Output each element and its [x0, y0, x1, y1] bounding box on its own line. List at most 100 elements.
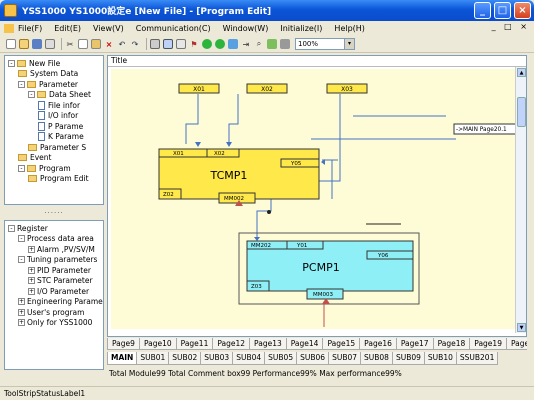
- save-icon[interactable]: [32, 39, 42, 49]
- menu-view[interactable]: View(V): [93, 24, 124, 33]
- menu-communication[interactable]: Communication(C): [136, 24, 211, 33]
- print-icon[interactable]: [45, 39, 55, 49]
- page-tab[interactable]: Page11: [175, 338, 214, 350]
- collapse-icon[interactable]: -: [18, 235, 25, 242]
- tree-item[interactable]: Program Edit: [28, 174, 89, 184]
- sub-tab[interactable]: SUB05: [264, 352, 298, 365]
- page-tab[interactable]: Page12: [212, 338, 251, 350]
- expand-icon[interactable]: +: [28, 245, 35, 253]
- page-tab[interactable]: Page17: [395, 338, 434, 350]
- sub-tab[interactable]: SUB06: [296, 352, 330, 365]
- pane-splitter[interactable]: ......: [4, 207, 104, 217]
- tree-item[interactable]: + STC Parameter: [28, 276, 93, 286]
- expand-icon[interactable]: +: [28, 277, 35, 284]
- sub-tab[interactable]: SUB08: [360, 352, 393, 365]
- cut-icon[interactable]: ✂: [65, 39, 75, 49]
- scroll-down-icon[interactable]: ▼: [517, 323, 526, 332]
- sub-tab[interactable]: SUB10: [423, 352, 457, 365]
- close-button[interactable]: ×: [514, 2, 531, 19]
- tree-item[interactable]: Parameter S: [28, 142, 86, 152]
- page-tab[interactable]: Page18: [432, 338, 471, 350]
- find-icon[interactable]: ⌕: [254, 39, 264, 49]
- collapse-icon[interactable]: -: [8, 224, 15, 232]
- zoom-dropdown-icon[interactable]: ▾: [345, 38, 355, 50]
- undo-icon[interactable]: ↶: [117, 39, 127, 49]
- menu-initialize[interactable]: Initialize(I): [280, 24, 322, 33]
- tree-item[interactable]: P Parame: [38, 121, 83, 131]
- page-tab[interactable]: Page9: [107, 338, 140, 350]
- tree-item[interactable]: - Process data area: [18, 234, 94, 244]
- tree-item[interactable]: + PID Parameter: [28, 265, 91, 275]
- function-block-diagram[interactable]: X01 X02 X03 ->MAIN Page20.1 X01 X02 Y05: [111, 69, 516, 329]
- page-tab[interactable]: Page13: [249, 338, 287, 350]
- tree-item[interactable]: + Only for YSS1000: [18, 318, 92, 328]
- tree-item[interactable]: - Tuning parameters: [18, 255, 97, 265]
- sub-tab[interactable]: SUB03: [200, 352, 234, 365]
- collapse-icon[interactable]: -: [28, 91, 35, 98]
- maximize-button[interactable]: □: [494, 2, 511, 19]
- save2-icon[interactable]: [280, 39, 290, 49]
- expand-icon[interactable]: +: [28, 287, 35, 295]
- menu-help[interactable]: Help(H): [334, 24, 365, 33]
- flag-icon[interactable]: ⚑: [189, 39, 199, 49]
- sub-tab[interactable]: SUB01: [136, 352, 170, 365]
- expand-icon[interactable]: +: [28, 266, 35, 274]
- menu-file[interactable]: File(F): [18, 24, 42, 33]
- tree-item[interactable]: - New File: [8, 58, 60, 68]
- tree-item[interactable]: + I/O Parameter: [28, 286, 89, 296]
- sub-tab[interactable]: SUB02: [168, 352, 202, 365]
- sub-tab[interactable]: SSUB201: [455, 352, 499, 365]
- monitor-icon[interactable]: [228, 39, 238, 49]
- collapse-icon[interactable]: -: [8, 59, 15, 67]
- page-tab[interactable]: Page14: [285, 338, 324, 350]
- expand-icon[interactable]: +: [18, 319, 25, 326]
- tree-item[interactable]: + User's program: [18, 307, 84, 317]
- tree-item[interactable]: System Data: [18, 69, 78, 79]
- page-tab[interactable]: Page20: [505, 338, 527, 350]
- collapse-icon[interactable]: -: [18, 256, 25, 263]
- tree-item[interactable]: Event: [18, 153, 52, 163]
- project-tree[interactable]: - New File System Data - Parameter - Data Shee…: [4, 55, 104, 205]
- edit-canvas[interactable]: X01 X02 X03 ->MAIN Page20.1 X01 X02 Y05: [111, 69, 516, 329]
- sub-tab[interactable]: SUB07: [328, 352, 362, 365]
- redo-icon[interactable]: ↷: [130, 39, 140, 49]
- mdi-window-buttons[interactable]: _ □ ×: [492, 22, 530, 31]
- tree-item[interactable]: + Engineering Parame: [18, 297, 103, 307]
- printer-icon[interactable]: [150, 39, 160, 49]
- tree-item[interactable]: K Parame: [38, 132, 84, 142]
- tree-item[interactable]: - Parameter: [18, 79, 78, 89]
- step-icon[interactable]: ⇥: [241, 39, 251, 49]
- collapse-icon[interactable]: -: [18, 164, 25, 172]
- minimize-button[interactable]: _: [474, 2, 491, 19]
- grid-icon[interactable]: [163, 39, 173, 49]
- tree-item[interactable]: - Register: [8, 223, 48, 233]
- sub-tab[interactable]: MAIN: [107, 352, 138, 365]
- go-icon[interactable]: [202, 39, 212, 49]
- zoom-select[interactable]: 100%: [295, 38, 345, 50]
- menu-edit[interactable]: Edit(E): [54, 24, 81, 33]
- menu-window[interactable]: Window(W): [223, 24, 269, 33]
- sub-tab[interactable]: SUB09: [391, 352, 425, 365]
- vertical-scrollbar[interactable]: ▲ ▼: [515, 67, 526, 333]
- expand-icon[interactable]: +: [18, 298, 25, 305]
- page-tab[interactable]: Page10: [138, 338, 177, 350]
- stop-icon[interactable]: [215, 39, 225, 49]
- page-tab[interactable]: Page15: [322, 338, 361, 350]
- tree-item[interactable]: - Data Sheet: [28, 90, 91, 100]
- tree-item[interactable]: - Program: [18, 163, 71, 173]
- register-tree[interactable]: - Register - Process data area + Alarm ,PV/SV…: [4, 220, 104, 370]
- paste-icon[interactable]: [91, 39, 101, 49]
- tree-item[interactable]: + Alarm ,PV/SV/M: [28, 244, 95, 254]
- copy-icon[interactable]: [78, 39, 88, 49]
- delete-icon[interactable]: ×: [104, 39, 114, 49]
- tree-item[interactable]: File infor: [38, 100, 80, 110]
- new-icon[interactable]: [6, 39, 16, 49]
- scroll-up-icon[interactable]: ▲: [517, 68, 526, 77]
- zoom-icon[interactable]: [267, 39, 277, 49]
- tree-item[interactable]: I/O infor: [38, 111, 78, 121]
- module-icon[interactable]: [176, 39, 186, 49]
- page-tab[interactable]: Page19: [469, 338, 507, 350]
- page-tab[interactable]: Page16: [359, 338, 397, 350]
- sub-tab[interactable]: SUB04: [232, 352, 266, 365]
- expand-icon[interactable]: +: [18, 308, 25, 316]
